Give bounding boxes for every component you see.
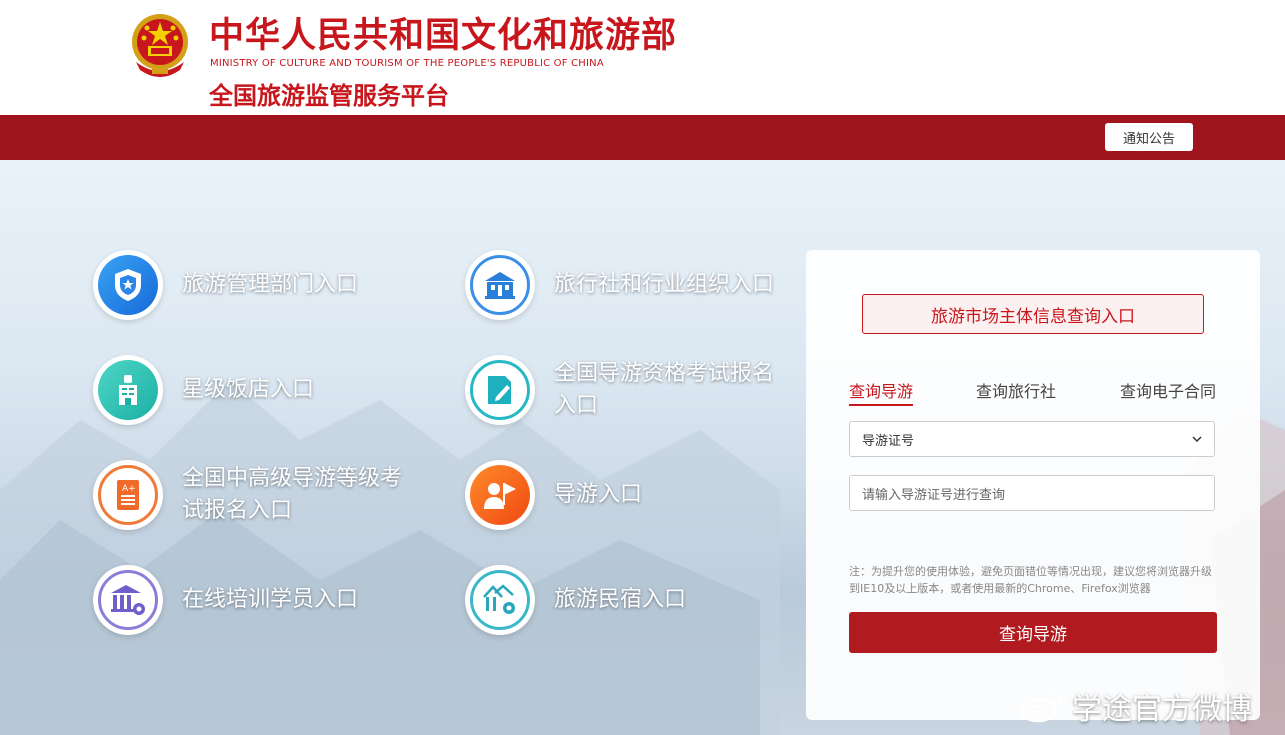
panel-title: 旅游市场主体信息查询入口 [862, 294, 1204, 334]
query-panel: 旅游市场主体信息查询入口 查询导游 查询旅行社 查询电子合同 导游证号 请输入导… [806, 250, 1260, 720]
entry-icon-wrap [93, 355, 163, 425]
tab-query-guide[interactable]: 查询导游 [849, 378, 914, 406]
document-pen-icon [488, 376, 511, 404]
license-number-input[interactable]: 请输入导游证号进行查询 [849, 475, 1215, 511]
entry-travel-agency[interactable]: 旅行社和行业组织入口 [465, 250, 774, 320]
entry-label: 在线培训学员入口 [182, 587, 359, 612]
entry-icon-wrap [465, 250, 535, 320]
entry-icon-wrap [465, 460, 535, 530]
entry-icon-wrap: A+ [93, 460, 163, 530]
query-guide-button[interactable]: 查询导游 [849, 612, 1217, 653]
entry-label: 旅游管理部门入口 [182, 272, 359, 297]
entry-label: 旅行社和行业组织入口 [554, 272, 775, 297]
weibo-icon [1019, 693, 1062, 723]
hotel-icon [119, 375, 137, 405]
shield-star-icon [115, 269, 141, 301]
institution-gear-icon [111, 585, 145, 615]
site-header: 中华人民共和国文化和旅游部 MINISTRY OF CULTURE AND TO… [0, 0, 1285, 115]
entry-star-hotel[interactable]: 星级饭店入口 [93, 355, 402, 425]
entry-tourism-admin[interactable]: 旅游管理部门入口 [93, 250, 402, 320]
nav-bar [0, 115, 1285, 160]
certificate-icon: A+ [117, 480, 139, 510]
entry-label: 导游入口 [554, 482, 643, 507]
entry-label: 全国导游资格考试报名入口 [554, 361, 775, 418]
entry-icon-wrap [465, 565, 535, 635]
svg-text:A+: A+ [122, 484, 136, 494]
watermark-text: 学途官方微博 [1072, 692, 1252, 727]
entry-label: 旅游民宿入口 [554, 587, 687, 612]
chevron-down-icon [1192, 436, 1202, 442]
tab-query-agency[interactable]: 查询旅行社 [976, 378, 1056, 402]
input-placeholder: 请输入导游证号进行查询 [862, 487, 1006, 503]
guide-flag-icon [484, 483, 516, 509]
entry-guide-qualification-exam[interactable]: 全国导游资格考试报名入口 [465, 355, 774, 425]
notice-button[interactable]: 通知公告 [1105, 123, 1193, 151]
entry-icon-wrap [93, 250, 163, 320]
watermark: 学途官方微博 [1018, 684, 1252, 728]
building-icon [485, 272, 515, 299]
entry-label: 星级饭店入口 [182, 377, 315, 402]
query-type-select[interactable]: 导游证号 [849, 421, 1215, 457]
national-emblem-icon [132, 14, 188, 77]
entry-icon-wrap [465, 355, 535, 425]
ministry-title: 中华人民共和国文化和旅游部 [209, 16, 678, 56]
entry-homestay[interactable]: 旅游民宿入口 [465, 565, 774, 635]
entry-tour-guide[interactable]: 导游入口 [465, 460, 774, 530]
homestay-gear-icon [483, 584, 515, 614]
entry-label: 全国中高级导游等级考试报名入口 [182, 466, 403, 523]
ministry-title-english: MINISTRY OF CULTURE AND TOURISM OF THE P… [210, 58, 604, 69]
entry-online-training[interactable]: 在线培训学员入口 [93, 565, 402, 635]
browser-note: 注：为提升您的使用体验，避免页面错位等情况出现，建议您将浏览器升级到IE10及以… [849, 565, 1212, 595]
select-value: 导游证号 [862, 433, 915, 449]
platform-subtitle: 全国旅游监管服务平台 [209, 82, 449, 110]
entry-senior-guide-exam[interactable]: A+ 全国中高级导游等级考试报名入口 [93, 460, 402, 530]
entry-icon-wrap [93, 565, 163, 635]
tab-query-contract[interactable]: 查询电子合同 [1120, 378, 1216, 402]
